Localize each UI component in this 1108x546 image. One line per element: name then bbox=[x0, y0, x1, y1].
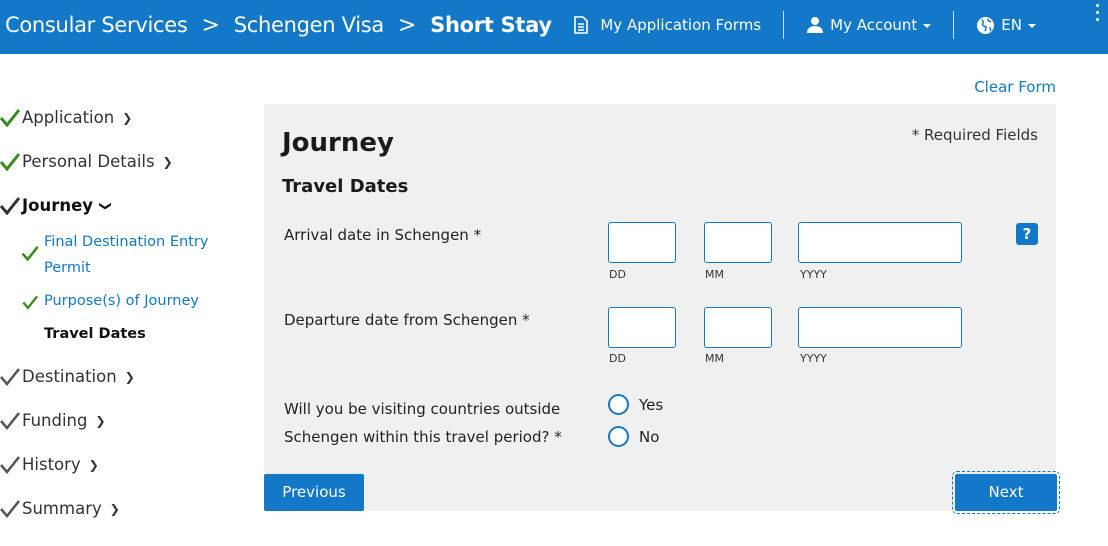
breadcrumb: Consular Services > Schengen Visa > Shor… bbox=[5, 0, 552, 50]
year-caption: YYYY bbox=[800, 352, 827, 365]
radio-label: Yes bbox=[639, 395, 664, 414]
sidebar-subitem-label: Travel Dates bbox=[44, 326, 146, 342]
month-caption: MM bbox=[705, 352, 724, 365]
checkmark-icon bbox=[0, 367, 20, 386]
sidebar-item-label: Personal Details bbox=[22, 152, 155, 171]
my-account-menu[interactable]: My Account bbox=[806, 16, 932, 34]
checkmark-icon bbox=[0, 108, 21, 127]
chevron-down-icon: ❯ bbox=[99, 200, 114, 211]
sidebar-item-label: Journey bbox=[22, 196, 94, 215]
departure-date-label: Departure date from Schengen * bbox=[284, 311, 530, 329]
nav-divider bbox=[953, 11, 955, 39]
checkmark-icon bbox=[0, 499, 20, 518]
sidebar-item-funding[interactable]: Funding ❯ bbox=[0, 411, 106, 430]
radio-button[interactable] bbox=[608, 394, 629, 415]
sidebar-item-history[interactable]: History ❯ bbox=[0, 455, 99, 474]
radio-no[interactable]: No bbox=[608, 426, 659, 447]
user-icon bbox=[807, 17, 824, 33]
language-selector[interactable]: EN bbox=[976, 16, 1036, 35]
departure-month-input[interactable] bbox=[704, 307, 772, 348]
help-icon[interactable]: ? bbox=[1016, 223, 1038, 245]
arrival-year-input[interactable] bbox=[798, 222, 962, 263]
sidebar-item-label: Summary bbox=[22, 499, 102, 518]
sidebar-subitem-travel-dates: Travel Dates bbox=[18, 321, 146, 347]
checkmark-icon bbox=[0, 152, 21, 171]
chevron-right-icon: ❯ bbox=[95, 413, 106, 428]
sidebar-subitem-final-destination[interactable]: Final Destination Entry Permit bbox=[18, 229, 208, 281]
question-line: Will you be visiting countries outside bbox=[284, 400, 561, 418]
day-caption: DD bbox=[609, 268, 626, 281]
clear-form-link[interactable]: Clear Form bbox=[974, 78, 1056, 96]
chevron-right-icon: ❯ bbox=[109, 501, 120, 516]
sidebar-item-label: History bbox=[22, 455, 81, 474]
radio-button[interactable] bbox=[608, 426, 629, 447]
my-account-label: My Account bbox=[830, 16, 918, 34]
sidebar-subitem-label: Final Destination Entry bbox=[44, 234, 209, 250]
document-icon bbox=[574, 16, 589, 34]
sidebar-item-personal-details[interactable]: Personal Details ❯ bbox=[0, 152, 173, 171]
day-caption: DD bbox=[609, 352, 626, 365]
checkmark-icon bbox=[0, 196, 21, 215]
required-fields-note: * Required Fields bbox=[911, 126, 1038, 144]
page-title: Journey bbox=[282, 128, 394, 158]
nav-divider bbox=[783, 11, 785, 39]
arrival-date-label: Arrival date in Schengen * bbox=[284, 226, 482, 244]
sidebar-item-journey[interactable]: Journey ❯ bbox=[0, 196, 114, 215]
chevron-right-icon: ❯ bbox=[88, 457, 99, 472]
arrival-month-input[interactable] bbox=[704, 222, 772, 263]
checkmark-icon bbox=[22, 295, 39, 310]
checkmark-icon bbox=[0, 411, 20, 430]
sidebar-item-summary[interactable]: Summary ❯ bbox=[0, 499, 120, 518]
sidebar-subitem-label: Permit bbox=[44, 260, 91, 276]
chevron-down-icon bbox=[1028, 24, 1036, 28]
sidebar-subitem-purpose[interactable]: Purpose(s) of Journey bbox=[18, 288, 199, 314]
checkmark-icon bbox=[21, 246, 39, 262]
breadcrumb-consular-services[interactable]: Consular Services bbox=[5, 13, 188, 37]
top-bar: Consular Services > Schengen Visa > Shor… bbox=[0, 0, 1108, 54]
year-caption: YYYY bbox=[800, 268, 827, 281]
top-nav: My Application Forms My Account EN bbox=[573, 0, 1108, 50]
radio-yes[interactable]: Yes bbox=[608, 394, 663, 415]
sidebar-item-label: Funding bbox=[22, 411, 88, 430]
sidebar-item-destination[interactable]: Destination ❯ bbox=[0, 367, 135, 386]
chevron-right-icon: ❯ bbox=[162, 154, 173, 169]
outside-schengen-question: Will you be visiting countries outside S… bbox=[284, 395, 562, 451]
next-button[interactable]: Next bbox=[952, 471, 1060, 514]
sidebar-item-label: Application bbox=[22, 108, 115, 127]
section-title: Travel Dates bbox=[282, 176, 409, 197]
checkmark-icon bbox=[0, 455, 20, 474]
sidebar-item-application[interactable]: Application ❯ bbox=[0, 108, 132, 127]
breadcrumb-short-stay: Short Stay bbox=[430, 13, 552, 37]
arrival-day-input[interactable] bbox=[608, 222, 676, 263]
radio-label: No bbox=[639, 427, 660, 446]
chevron-right-icon: ❯ bbox=[124, 369, 135, 384]
departure-year-input[interactable] bbox=[798, 307, 962, 348]
breadcrumb-separator: > bbox=[398, 12, 417, 38]
breadcrumb-schengen-visa[interactable]: Schengen Visa bbox=[234, 13, 385, 37]
previous-button[interactable]: Previous bbox=[264, 474, 364, 511]
question-line: Schengen within this travel period? * bbox=[284, 428, 562, 446]
sidebar-item-label: Destination bbox=[22, 367, 117, 386]
language-label: EN bbox=[1001, 16, 1022, 34]
departure-day-input[interactable] bbox=[608, 307, 676, 348]
my-application-forms-link[interactable]: My Application Forms bbox=[573, 16, 761, 34]
month-caption: MM bbox=[705, 268, 724, 281]
more-options-icon[interactable] bbox=[1096, 4, 1100, 25]
my-application-forms-label: My Application Forms bbox=[600, 16, 762, 34]
breadcrumb-separator: > bbox=[201, 12, 220, 38]
globe-icon bbox=[977, 16, 995, 34]
chevron-right-icon: ❯ bbox=[122, 110, 133, 125]
chevron-down-icon bbox=[923, 24, 932, 28]
form-panel: Journey * Required Fields Travel Dates A… bbox=[264, 104, 1056, 511]
sidebar-subitem-label: Purpose(s) of Journey bbox=[44, 293, 199, 309]
